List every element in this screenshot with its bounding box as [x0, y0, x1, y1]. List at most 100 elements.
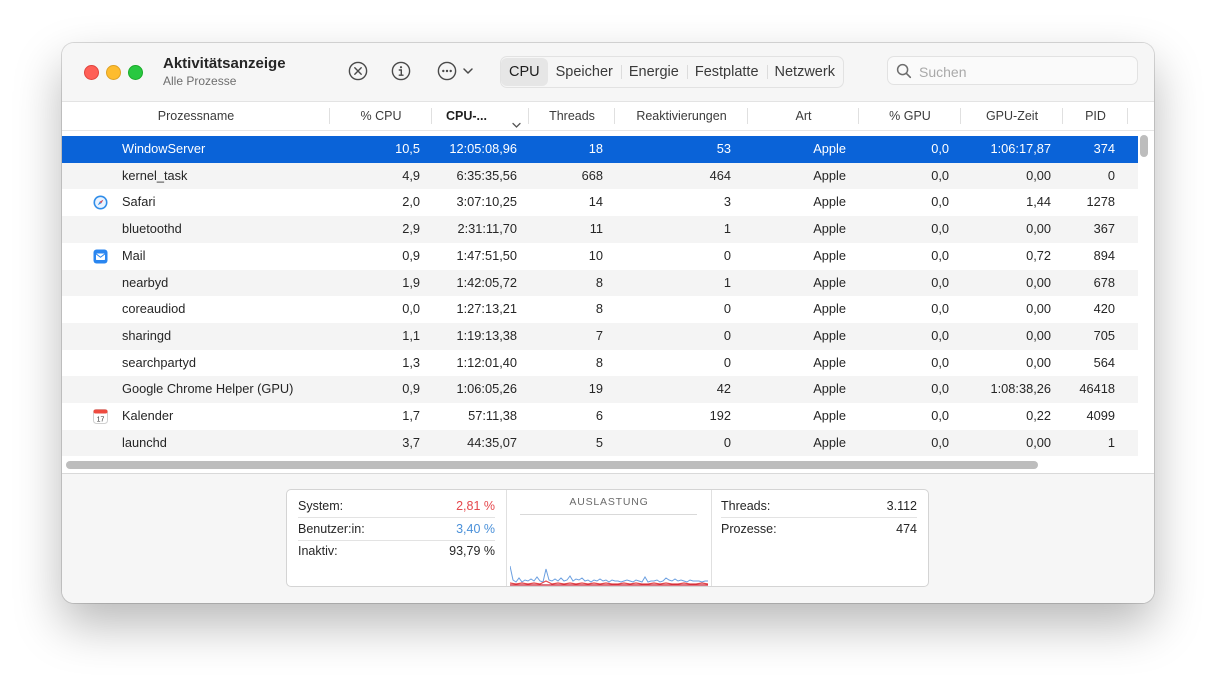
chevron-down-icon[interactable]	[462, 66, 474, 86]
cell-pid: 0	[1107, 167, 1115, 183]
table-row[interactable]: launchd 3,7 44:35,07 5 0 Apple 0,0 0,00 1	[62, 429, 1138, 457]
cell-gputime: 0,00	[1026, 274, 1051, 290]
cell-gpu: 0,0	[931, 167, 949, 183]
cell-gputime: 0,00	[1026, 221, 1051, 237]
process-name: sharingd	[122, 327, 172, 343]
stat-idle-value: 93,79 %	[449, 544, 495, 558]
chart-divider	[520, 514, 697, 515]
zoom-window-button[interactable]	[128, 65, 143, 80]
cell-cpu: 1,1	[402, 327, 420, 343]
table-row[interactable]: sharingd 1,1 1:19:13,38 7 0 Apple 0,0 0,00 705	[62, 322, 1138, 350]
app-title: Aktivitätsanzeige	[163, 55, 286, 72]
cell-cputime: 12:05:08,96	[449, 141, 517, 156]
table-row[interactable]: bluetoothd 2,9 2:31:11,70 11 1 Apple 0,0 0,00 36…	[62, 216, 1138, 243]
cell-pid: 420	[1093, 301, 1115, 317]
cell-gpu: 0,0	[931, 408, 949, 423]
tab-speicher[interactable]: Speicher	[548, 58, 621, 86]
cell-pid: 678	[1093, 274, 1115, 290]
stat-system-label: System:	[298, 499, 344, 513]
column-header-gpu[interactable]: % GPU	[859, 102, 961, 130]
column-header-art[interactable]: Art	[748, 102, 859, 130]
cell-art: Apple	[813, 434, 846, 450]
table-row[interactable]: coreaudiod 0,0 1:27:13,21 8 0 Apple 0,0 0,00 420	[62, 296, 1138, 323]
stat-threads: Threads: 3.112	[721, 495, 917, 518]
table-row[interactable]: searchpartyd 1,3 1:12:01,40 8 0 Apple 0,0 0,00 5…	[62, 350, 1138, 377]
cell-art: Apple	[813, 274, 846, 290]
process-name: Google Chrome Helper (GPU)	[122, 381, 294, 397]
cell-gputime: 0,00	[1026, 354, 1051, 370]
cell-gpu: 0,0	[931, 194, 949, 210]
stat-processes-value: 474	[896, 522, 917, 536]
table-row[interactable]: Mail 0,9 1:47:51,50 10 0 Apple 0,0 0,72 894	[62, 243, 1138, 270]
search-field[interactable]	[887, 56, 1138, 85]
table-row[interactable]: Safari 2,0 3:07:10,25 14 3 Apple 0,0 1,44 1278	[62, 189, 1138, 216]
cell-gpu: 0,0	[931, 247, 949, 263]
cell-react: 0	[723, 301, 731, 317]
tab-festplatte[interactable]: Festplatte	[686, 58, 767, 86]
cell-cpu: 0,9	[402, 247, 420, 263]
column-header-threads[interactable]: Threads	[529, 102, 615, 130]
activity-monitor-window: Aktivitätsanzeige Alle Prozesse CPU Spei…	[62, 43, 1154, 603]
cell-gpu: 0,0	[931, 301, 949, 317]
cell-cpu: 3,7	[402, 434, 420, 450]
cell-threads: 8	[595, 274, 603, 290]
cell-threads: 5	[595, 434, 603, 450]
close-window-button[interactable]	[84, 65, 99, 80]
table-row[interactable]: kernel_task 4,9 6:35:35,56 668 464 Apple 0,0 0,…	[62, 162, 1138, 190]
cpu-load-stats: System: 2,81 % Benutzer:in: 3,40 % Inakt…	[287, 490, 506, 586]
column-header-gputime[interactable]: GPU-Zeit	[961, 102, 1063, 130]
cell-cpu: 1,9	[402, 274, 420, 290]
column-header-processname[interactable]: Prozessname	[62, 102, 330, 130]
horizontal-scrollbar[interactable]	[66, 461, 1038, 469]
column-header-reaktivierungen[interactable]: Reaktivierungen	[615, 102, 748, 130]
stat-processes: Prozesse: 474	[721, 518, 917, 540]
cell-pid: 1278	[1086, 194, 1115, 210]
cell-react: 0	[723, 327, 731, 343]
cell-threads: 8	[595, 354, 603, 370]
table-row[interactable]: WindowServer 10,5 12:05:08,96 18 53 Apple 0,0 1…	[62, 136, 1138, 163]
search-input[interactable]	[917, 60, 1131, 83]
cell-gpu: 0,0	[931, 381, 949, 397]
stat-system: System: 2,81 %	[298, 495, 495, 518]
cell-cputime: 6:35:35,56	[456, 167, 518, 183]
vertical-scrollbar[interactable]	[1140, 135, 1148, 157]
cell-gpu: 0,0	[931, 221, 949, 237]
stat-user: Benutzer:in: 3,40 %	[298, 518, 495, 541]
cell-gputime: 0,00	[1026, 434, 1051, 450]
more-options-icon[interactable]	[437, 61, 457, 81]
tab-energie[interactable]: Energie	[620, 58, 687, 86]
column-header-pid[interactable]: PID	[1063, 102, 1128, 130]
cell-cputime: 1:12:01,40	[456, 354, 518, 370]
stat-threads-label: Threads:	[721, 499, 771, 513]
stop-process-icon[interactable]	[348, 61, 368, 81]
info-icon[interactable]	[391, 61, 411, 81]
tab-netzwerk[interactable]: Netzwerk	[766, 58, 843, 86]
cell-react: 464	[709, 167, 731, 183]
stat-idle-label: Inaktiv:	[298, 544, 338, 558]
cell-art: Apple	[813, 247, 846, 263]
cell-react: 42	[716, 381, 731, 397]
table-row[interactable]: Google Chrome Helper (GPU) 0,9 1:06:05,26 1…	[62, 376, 1138, 403]
table-row[interactable]: nearbyd 1,9 1:42:05,72 8 1 Apple 0,0 0,00 678	[62, 269, 1138, 297]
cell-art: Apple	[813, 141, 846, 156]
cell-gputime: 0,00	[1026, 167, 1051, 183]
tab-cpu[interactable]: CPU	[501, 58, 548, 86]
cell-pid: 46418	[1079, 381, 1115, 397]
cell-art: Apple	[813, 408, 846, 423]
cell-art: Apple	[813, 354, 846, 370]
cell-art: Apple	[813, 167, 846, 183]
minimize-window-button[interactable]	[106, 65, 121, 80]
cell-pid: 4099	[1086, 408, 1115, 423]
cell-react: 0	[723, 434, 731, 450]
svg-text:17: 17	[97, 417, 105, 424]
stat-idle: Inaktiv: 93,79 %	[298, 540, 495, 562]
cell-cpu: 0,9	[402, 381, 420, 397]
cell-art: Apple	[813, 381, 846, 397]
column-header-cpu[interactable]: % CPU	[330, 102, 432, 130]
cell-gputime: 0,22	[1026, 408, 1051, 423]
cell-pid: 705	[1093, 327, 1115, 343]
column-header-cputime[interactable]: CPU-...	[432, 102, 529, 130]
cell-cpu: 2,0	[402, 194, 420, 210]
table-row[interactable]: 17 Kalender 1,7 57:11,38 6 192 Apple 0,0 0,22 409…	[62, 403, 1138, 430]
cell-gpu: 0,0	[931, 354, 949, 370]
